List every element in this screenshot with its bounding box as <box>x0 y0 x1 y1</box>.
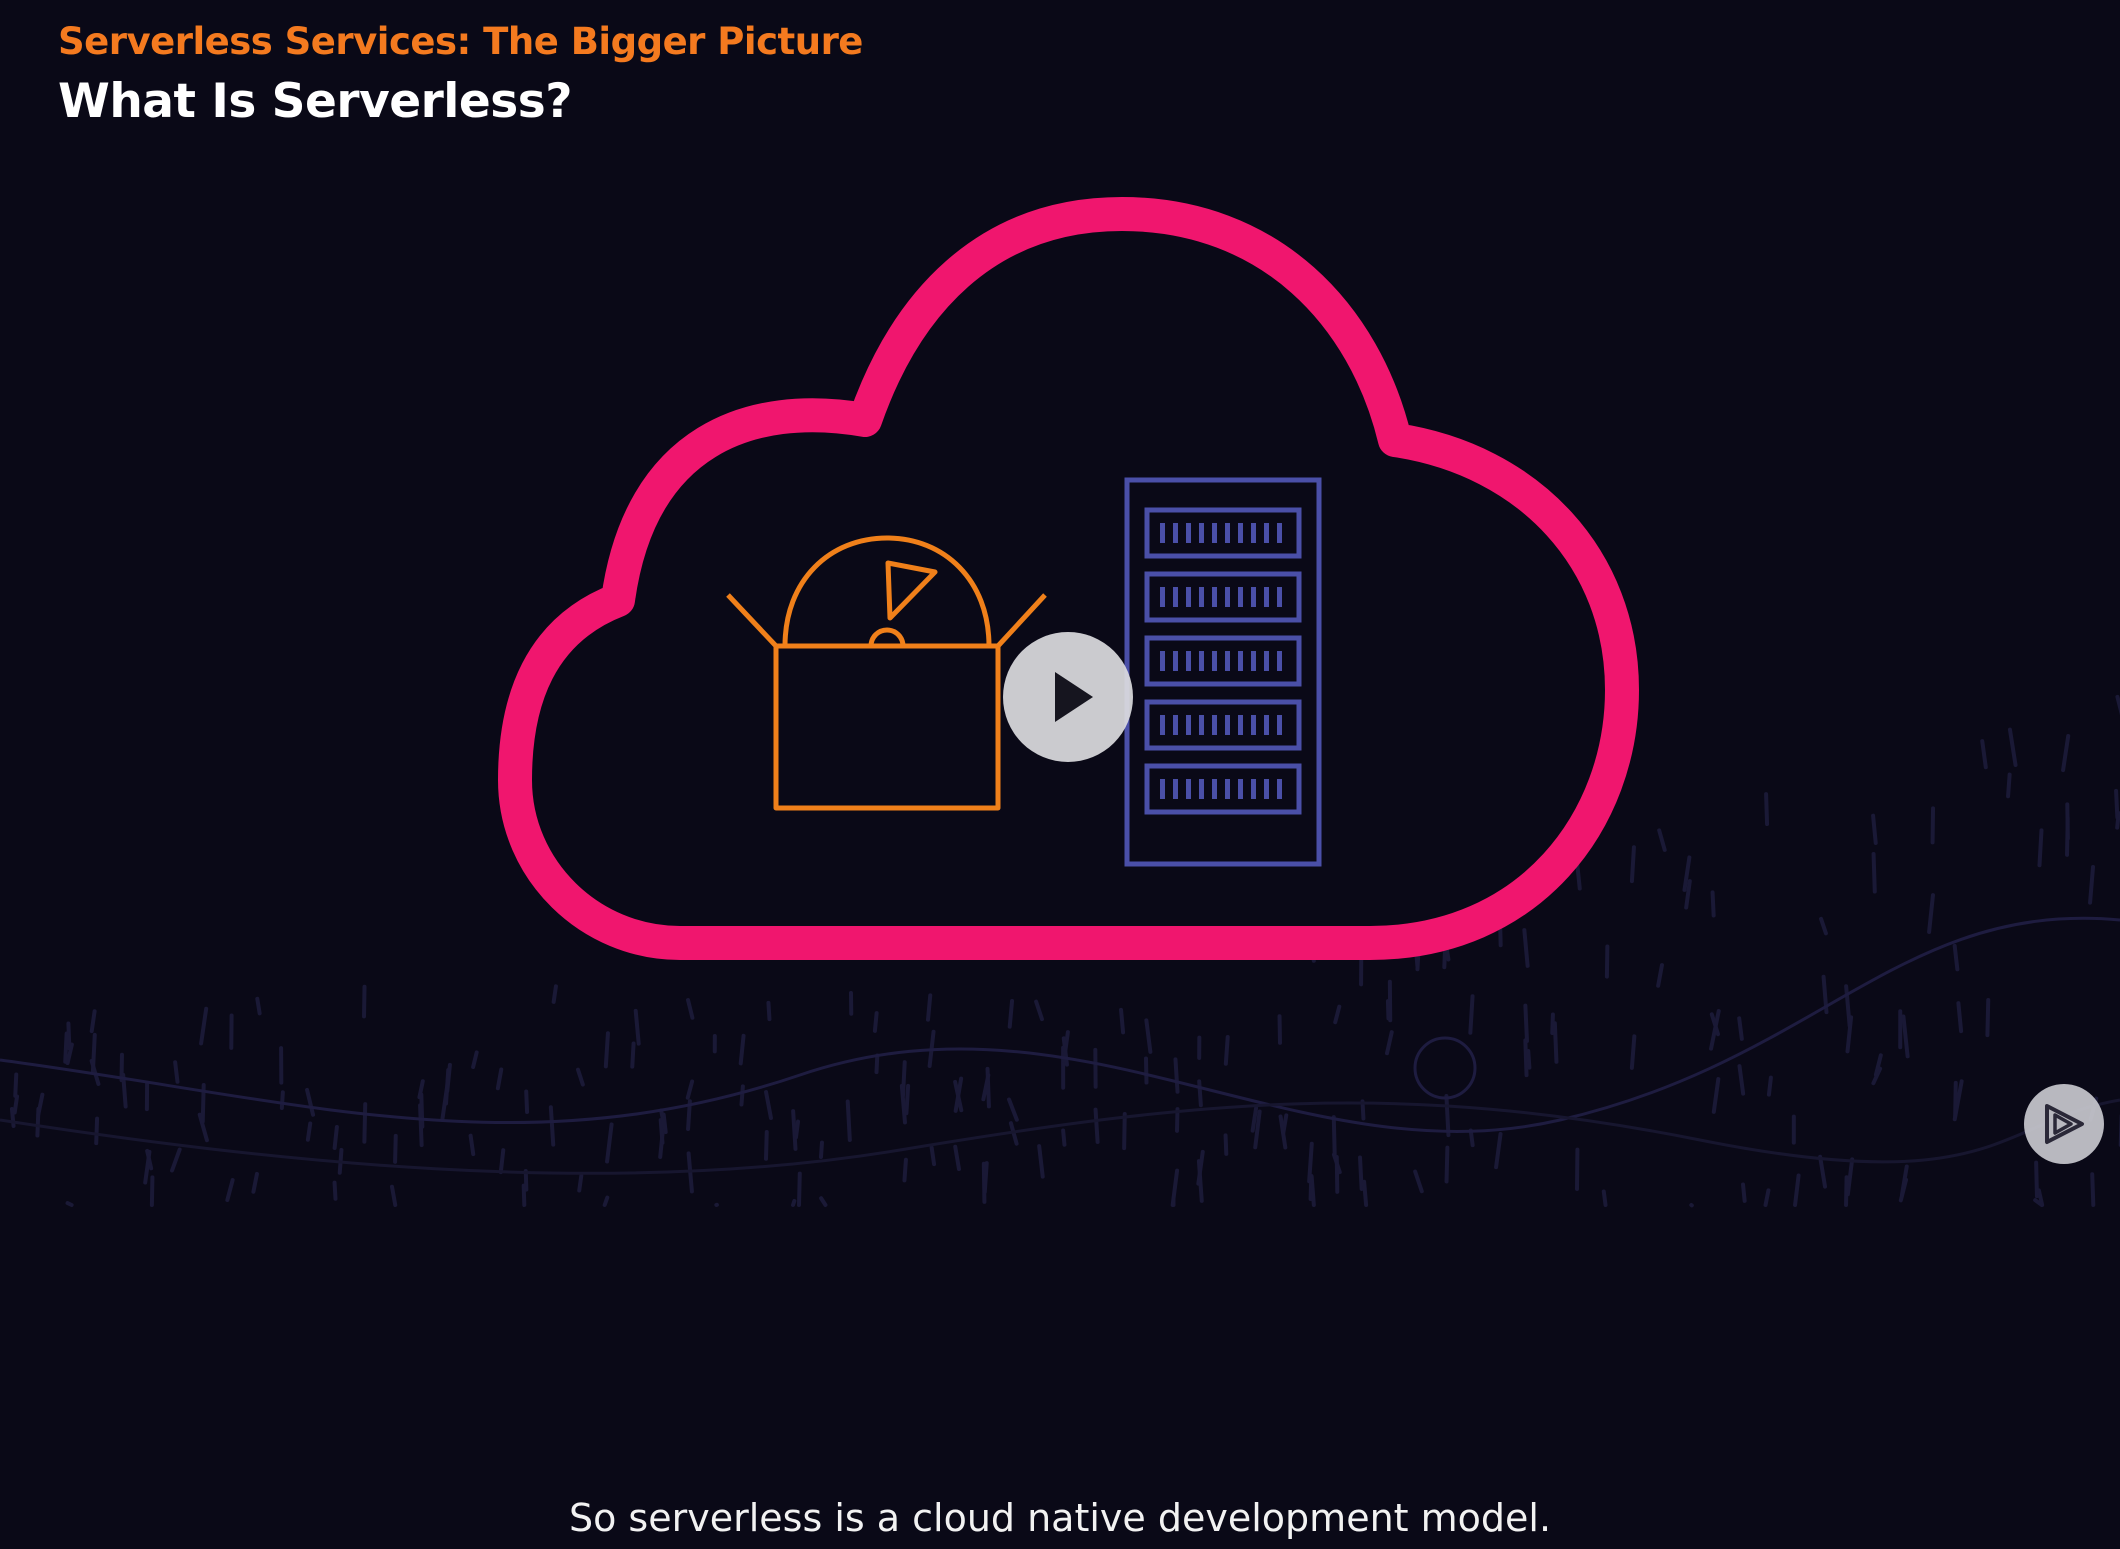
server-slot-bar <box>1173 523 1178 543</box>
server-slot-bar <box>1186 715 1191 735</box>
server-slot-bar <box>1212 779 1217 799</box>
next-clip-button[interactable] <box>2024 1084 2104 1164</box>
server-slot-bar <box>1199 587 1204 607</box>
server-slot-bar <box>1225 779 1230 799</box>
server-slot <box>1144 763 1302 815</box>
server-slot-bar <box>1251 715 1256 735</box>
next-clip-icon <box>2045 1104 2084 1144</box>
server-slot-bar <box>1264 587 1269 607</box>
server-rack-icon <box>1124 477 1322 867</box>
server-slot-bar <box>1251 651 1256 671</box>
server-slot-bar <box>1199 779 1204 799</box>
cloud-outline <box>498 197 1639 960</box>
play-button[interactable] <box>1003 632 1133 762</box>
server-slot-bar <box>1277 587 1282 607</box>
server-slot <box>1144 635 1302 687</box>
server-slot-bar <box>1251 779 1256 799</box>
server-slot <box>1144 571 1302 623</box>
server-slot-bar <box>1277 523 1282 543</box>
server-slot-bar <box>1277 715 1282 735</box>
server-slot-bar <box>1173 587 1178 607</box>
server-slot-bar <box>1212 651 1217 671</box>
server-slot-bar <box>1186 651 1191 671</box>
server-slot-bar <box>1277 651 1282 671</box>
server-slot-bar <box>1225 523 1230 543</box>
server-slot-bar <box>1277 779 1282 799</box>
server-slot <box>1144 699 1302 751</box>
server-slot-bar <box>1173 715 1178 735</box>
server-slot-bar <box>1160 715 1165 735</box>
server-slot-bar <box>1225 651 1230 671</box>
server-slot-bar <box>1238 715 1243 735</box>
server-slot-bar <box>1225 587 1230 607</box>
server-slot-bar <box>1251 523 1256 543</box>
server-slot-bar <box>1186 587 1191 607</box>
server-slot-bar <box>1212 715 1217 735</box>
server-slot-bar <box>1264 523 1269 543</box>
server-slot-bar <box>1186 779 1191 799</box>
server-slot-bar <box>1238 587 1243 607</box>
server-slot-bar <box>1225 715 1230 735</box>
server-slot-bar <box>1173 779 1178 799</box>
server-slot-bar <box>1199 715 1204 735</box>
server-slot-bar <box>1199 651 1204 671</box>
server-slot-bar <box>1160 651 1165 671</box>
server-slot <box>1144 507 1302 559</box>
server-slot-bar <box>1186 523 1191 543</box>
caption-text: So serverless is a cloud native developm… <box>568 1496 1552 1540</box>
server-slot-bar <box>1160 523 1165 543</box>
server-slot-bar <box>1238 651 1243 671</box>
server-slot-bar <box>1238 523 1243 543</box>
server-slot-bar <box>1173 651 1178 671</box>
server-slot-bar <box>1264 715 1269 735</box>
server-slot-bar <box>1251 587 1256 607</box>
server-slot-bar <box>1160 779 1165 799</box>
video-frame[interactable]: Serverless Services: The Bigger Picture … <box>0 0 2120 1549</box>
server-slot-bar <box>1264 651 1269 671</box>
cloud-illustration <box>498 197 1639 960</box>
package-icon <box>726 535 1047 811</box>
play-icon <box>1055 672 1093 722</box>
server-slot-bar <box>1212 523 1217 543</box>
server-slot-bar <box>1199 523 1204 543</box>
server-slot-bar <box>1212 587 1217 607</box>
server-slot-bar <box>1160 587 1165 607</box>
server-slot-bar <box>1238 779 1243 799</box>
server-slot-bar <box>1264 779 1269 799</box>
